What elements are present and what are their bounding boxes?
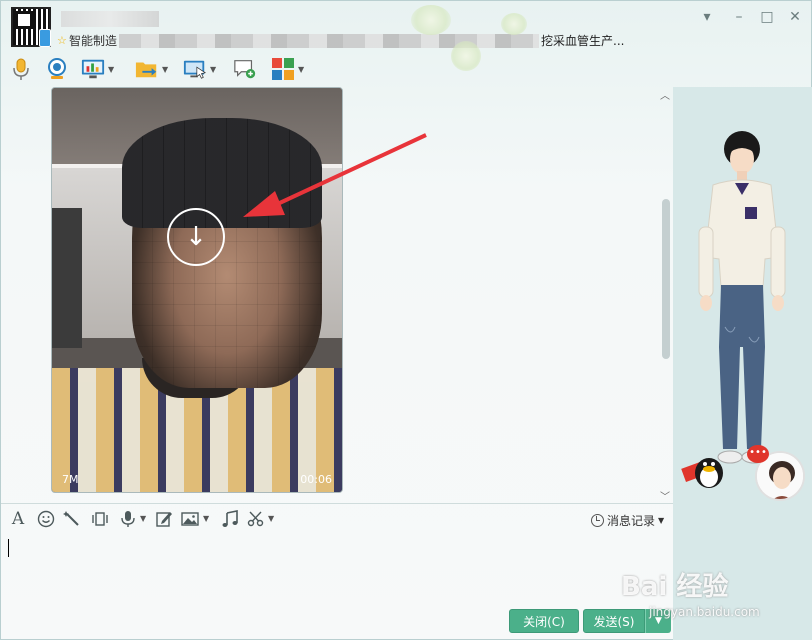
- chat-add-icon: [233, 57, 257, 81]
- message-history-button[interactable]: 消息记录 ▼: [591, 512, 664, 529]
- chat-window: ☆ 智能制造 挖采血管生产... ▾ – □ ✕ ▼ ▼ ▼ ▼ ︿ ﹀ ↓ 7…: [0, 0, 812, 640]
- annotation-arrow-icon: [243, 133, 427, 217]
- music-icon[interactable]: [221, 510, 239, 528]
- remote-desktop-button[interactable]: ▼: [81, 55, 114, 83]
- close-button[interactable]: 关闭(C): [509, 609, 579, 633]
- watermark-url: jingyan.baidu.com: [649, 605, 760, 619]
- window-menu-button[interactable]: ▾: [697, 7, 717, 27]
- video-call-button[interactable]: [45, 55, 69, 83]
- decor-blossom: [411, 5, 451, 35]
- chevron-down-icon[interactable]: ▼: [268, 514, 274, 523]
- video-duration: 00:06: [300, 473, 332, 486]
- chevron-down-icon: ▼: [658, 516, 665, 525]
- text-caret: [8, 539, 9, 557]
- edit-note-icon[interactable]: [155, 510, 173, 528]
- chevron-down-icon[interactable]: ▼: [203, 514, 209, 523]
- create-discussion-button[interactable]: [233, 55, 257, 83]
- emoji-icon[interactable]: [37, 510, 55, 528]
- screen-share-button[interactable]: ▼: [183, 55, 216, 83]
- monitor-chart-icon: [81, 57, 105, 81]
- video-background: [52, 208, 82, 348]
- video-file-size: 7M: [62, 473, 79, 486]
- voice-message-icon[interactable]: [119, 510, 137, 528]
- app-grid-icon: [271, 57, 295, 81]
- watermark-logo: Bai 经验: [621, 572, 729, 602]
- qq-show-avatar-figure: [698, 131, 786, 464]
- message-scrollbar[interactable]: [662, 199, 670, 359]
- message-input[interactable]: [1, 533, 673, 607]
- font-icon[interactable]: A: [9, 510, 27, 528]
- contact-name-blurred[interactable]: [61, 11, 159, 27]
- signature-text-start: 智能制造: [69, 34, 118, 48]
- maximize-button[interactable]: □: [757, 7, 777, 27]
- chevron-down-icon[interactable]: ▼: [162, 65, 168, 74]
- shake-window-icon[interactable]: [91, 510, 109, 528]
- title-bar: ☆ 智能制造 挖采血管生产... ▾ – □ ✕: [1, 1, 812, 53]
- clock-icon: [591, 514, 604, 527]
- scroll-down-icon[interactable]: ﹀: [658, 488, 672, 503]
- microphone-icon: [9, 57, 33, 81]
- decor-blossom: [501, 13, 527, 35]
- close-window-button[interactable]: ✕: [785, 7, 805, 27]
- download-arrow-icon: ↓: [185, 222, 207, 252]
- minimize-button[interactable]: –: [729, 7, 749, 27]
- chevron-down-icon[interactable]: ▼: [298, 65, 304, 74]
- screenshot-scissors-icon[interactable]: [247, 510, 265, 528]
- magic-wand-icon[interactable]: [63, 510, 81, 528]
- voice-call-button[interactable]: [9, 55, 33, 83]
- chevron-down-icon[interactable]: ▼: [108, 65, 114, 74]
- app-center-button[interactable]: ▼: [271, 55, 304, 83]
- download-video-button[interactable]: ↓: [167, 208, 225, 266]
- message-history-label: 消息记录: [607, 514, 656, 528]
- chevron-down-icon[interactable]: ▼: [210, 65, 216, 74]
- star-icon: ☆: [57, 34, 67, 47]
- folder-arrow-icon: [135, 57, 159, 81]
- send-file-button[interactable]: ▼: [135, 55, 168, 83]
- scroll-up-icon[interactable]: ︿: [658, 87, 672, 102]
- signature-text-end: 挖采血管生产...: [541, 34, 625, 48]
- image-icon[interactable]: [181, 510, 199, 528]
- contact-sidebar: [673, 87, 812, 640]
- chat-bubble-icon[interactable]: •••: [747, 445, 769, 463]
- phone-online-icon: [39, 29, 51, 47]
- chat-toolbar: ▼ ▼ ▼ ▼: [1, 53, 812, 87]
- chevron-down-icon[interactable]: ▼: [140, 514, 146, 523]
- webcam-icon: [45, 57, 69, 81]
- send-button[interactable]: 发送(S): [583, 609, 645, 633]
- qq-penguin-icon[interactable]: [681, 451, 727, 491]
- screen-cursor-icon: [183, 57, 207, 81]
- contact-signature: 智能制造 挖采血管生产...: [69, 32, 669, 48]
- input-toolbar: A ▼ ▼ ▼ 消息记录 ▼: [1, 503, 673, 533]
